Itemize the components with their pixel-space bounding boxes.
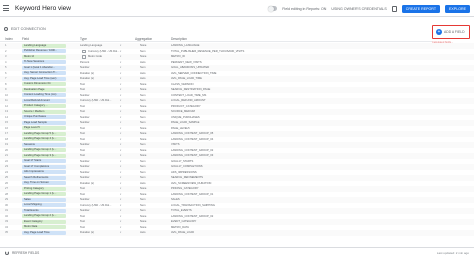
field-name-chip[interactable]: Landing Page Group 2 (L... [22,214,66,219]
table-row: 35 Avg. Page Load Time Duration (s) ▾ Auto AV… [0,230,474,236]
credentials-button[interactable]: USING OWNER'S CREDENTIALS [331,7,386,11]
field-name-chip[interactable]: Sessions [22,142,66,147]
field-name-chip[interactable]: Search Refinements [22,175,66,180]
field-name-chip[interactable]: Page Load Sample [22,120,66,125]
top-bar: Keyword Hero view Field editing in Repor… [0,0,474,17]
field-name-chip[interactable]: Goal 17 Completions [22,164,66,169]
create-report-button[interactable]: CREATE REPORT [401,4,441,13]
app-window: Keyword Hero view Field editing in Repor… [0,0,474,258]
add-field-button[interactable]: + ADD A FIELD [432,25,470,39]
formula-icon[interactable] [82,55,86,59]
field-name-chip[interactable]: Landing Page Group 1 (L... [22,192,66,197]
hamburger-menu-icon[interactable] [3,0,13,17]
refresh-icon[interactable] [5,251,9,255]
field-name-chip[interactable]: Event Category [22,219,66,224]
chevron-down-icon[interactable]: ▾ [120,230,124,236]
field-name-chip[interactable]: Custom Dimension 04 [22,82,66,87]
field-type[interactable]: Duration (s) [80,230,120,236]
field-name-chip[interactable]: Total Events [22,208,66,213]
field-editing-label: Field editing in Reports: ON [282,6,327,11]
field-editing-toggle[interactable] [268,5,278,12]
field-name-chip[interactable]: Product Category ... [22,104,66,109]
field-name-chip[interactable]: Source / Medium [22,109,66,114]
field-name-chip[interactable]: Avg. Page Load Time [22,230,66,235]
field-name-chip[interactable]: Avg. Time on Screen [22,181,66,186]
refresh-fields-button[interactable]: REFRESH FIELDS [12,251,39,255]
field-name-chip[interactable]: Local Refund Amount [22,98,66,103]
field-name-chip[interactable]: Avg. Server Connection Ti... [22,71,66,76]
table-header: Index Field Type Aggregation Description [0,36,432,42]
field-name-chip[interactable]: Content Loading Time (ms) [22,93,66,98]
top-actions: Field editing in Reports: ON USING OWNER… [268,0,470,17]
copy-icon[interactable] [391,5,397,12]
column-header-type[interactable]: Type [80,37,87,41]
edit-connection-link[interactable]: EDIT CONNECTION [11,27,46,31]
explore-button[interactable]: EXPLORE [445,4,470,13]
field-aggregation[interactable]: Auto [140,230,170,236]
field-name-chip[interactable]: Landing Page Group 3 (L... [22,153,66,158]
status-text: Last updated: 2 min ago [436,251,469,255]
field-name-chip[interactable]: Landing Language [22,43,66,48]
column-header-description[interactable]: Description [171,37,187,41]
field-name-chip[interactable]: Landing Page Group 4 (L... [22,137,66,142]
column-header-aggregation[interactable]: Aggregation [135,37,152,41]
field-name-chip[interactable]: Page Level 5 [22,126,66,131]
field-name-chip[interactable]: Metro Id [22,54,66,59]
plus-icon: + [436,29,442,35]
field-name-chip[interactable]: Landing Page Group 2 (L... [22,148,66,153]
field-name-chip[interactable]: Ads Impressions [22,170,66,175]
field-name-chip[interactable]: % New Sessions [22,60,66,65]
formula-icon[interactable] [82,49,86,53]
field-name-chip[interactable]: Local Shipping [22,203,66,208]
field-name-chip[interactable]: Landing Page Group 5 (L... [22,131,66,136]
page-title: Keyword Hero view [15,4,71,12]
bottom-bar: REFRESH FIELDS Last updated: 2 min ago [0,247,474,258]
connection-bar: EDIT CONNECTION [0,25,474,33]
column-header-field[interactable]: Field [22,37,29,41]
field-name-chip[interactable]: Publisher Revenue / 1000... [22,49,66,54]
column-header-index: Index [5,36,13,41]
field-name-chip[interactable]: Pricing Category [22,186,66,191]
field-name-chip[interactable]: Goal 17 Starts [22,159,66,164]
field-description[interactable]: AVG_PAGE_LOAD [171,230,321,236]
field-name-chip[interactable]: Unique Purchases [22,115,66,120]
add-field-label: ADD A FIELD [444,30,465,34]
connection-icon[interactable] [4,27,8,31]
field-name-chip[interactable]: Avg. Page Load Time (sec) [22,76,66,81]
row-index: 35 [5,231,8,234]
field-name-chip[interactable]: Sales [22,197,66,202]
field-name-chip[interactable]: Metro Data [22,225,66,230]
field-name-chip[interactable]: Destination Page [22,87,66,92]
field-name-chip[interactable]: Goal 1 (Goal 1 Abandon... [22,65,66,70]
